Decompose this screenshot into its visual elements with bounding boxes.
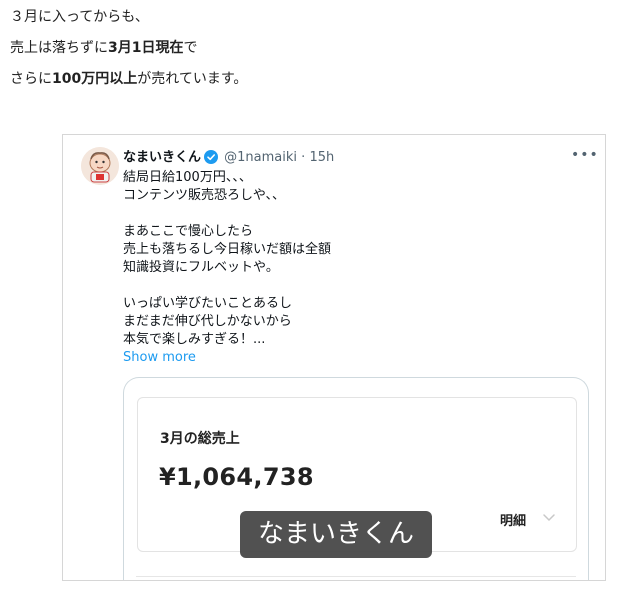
tweet-line: コンテンツ販売恐ろしや、、 bbox=[123, 188, 285, 203]
tweet-line-gap bbox=[123, 277, 583, 295]
intro-line-3-bold: 100万円以上 bbox=[52, 71, 138, 87]
intro-line-3: さらに100万円以上が売れています。 bbox=[10, 70, 620, 101]
handle[interactable]: @1namaiki bbox=[224, 150, 297, 165]
tweet-media-image[interactable]: 3月の総売上 ¥1,064,738 明細 なまいきくん bbox=[123, 377, 589, 580]
intro-line-1: ３月に入ってからも、 bbox=[10, 8, 620, 39]
sales-card: 3月の総売上 ¥1,064,738 明細 なまいきくん bbox=[137, 397, 577, 558]
sales-card-title: 3月の総売上 bbox=[160, 431, 240, 447]
sales-total-amount: ¥1,064,738 bbox=[159, 463, 314, 491]
tweet-line: まあここで慢心したら bbox=[123, 224, 254, 239]
tweet-line: 知識投資にフルベットや。 bbox=[123, 260, 279, 275]
tweet-line: 結局日給100万円、、、 bbox=[123, 170, 252, 185]
chevron-down-icon bbox=[543, 514, 555, 522]
intro-line-2-bold: 3月1日現在 bbox=[108, 40, 184, 56]
tweet-line: 売上も落ちるし今日稼いだ額は全額 bbox=[123, 242, 332, 257]
tweet-line-gap bbox=[123, 205, 583, 223]
tweet-line: まだまだ伸び代しかないから bbox=[123, 314, 292, 329]
avatar[interactable] bbox=[81, 147, 119, 185]
verified-badge-icon bbox=[204, 150, 219, 170]
tweet-line: 本気で楽しみすぎる！... bbox=[123, 332, 266, 347]
separator-dot: · bbox=[301, 150, 306, 165]
timestamp[interactable]: 15h bbox=[309, 150, 334, 165]
more-options-icon[interactable]: ••• bbox=[571, 148, 598, 165]
intro-line-3-pre: さらに bbox=[10, 71, 52, 87]
details-label: 明細 bbox=[500, 514, 527, 529]
intro-line-3-post: が売れています。 bbox=[137, 71, 248, 87]
intro-text: ３月に入ってからも、 売上は落ちずに3月1日現在で さらに100万円以上が売れて… bbox=[10, 8, 620, 101]
intro-line-2: 売上は落ちずに3月1日現在で bbox=[10, 39, 620, 70]
display-name[interactable]: なまいきくん bbox=[123, 150, 201, 165]
avatar-illustration bbox=[81, 147, 119, 185]
divider bbox=[136, 576, 576, 577]
embedded-tweet: なまいきくん @1namaiki · 15h ••• 結局日給100万円、、、 … bbox=[62, 134, 606, 581]
tweet-line: いっぱい学びたいことあるし bbox=[123, 296, 293, 311]
intro-line-2-pre: 売上は落ちずに bbox=[10, 40, 108, 56]
tweet-text: 結局日給100万円、、、 コンテンツ販売恐ろしや、、 まあここで慢心したら 売上… bbox=[123, 169, 583, 367]
intro-line-1-text: ３月に入ってからも、 bbox=[10, 9, 149, 25]
tweet-header: なまいきくん @1namaiki · 15h bbox=[123, 149, 593, 169]
intro-line-2-post: で bbox=[183, 40, 198, 56]
show-more-link[interactable]: Show more bbox=[123, 349, 583, 367]
watermark-label: なまいきくん bbox=[240, 511, 432, 558]
